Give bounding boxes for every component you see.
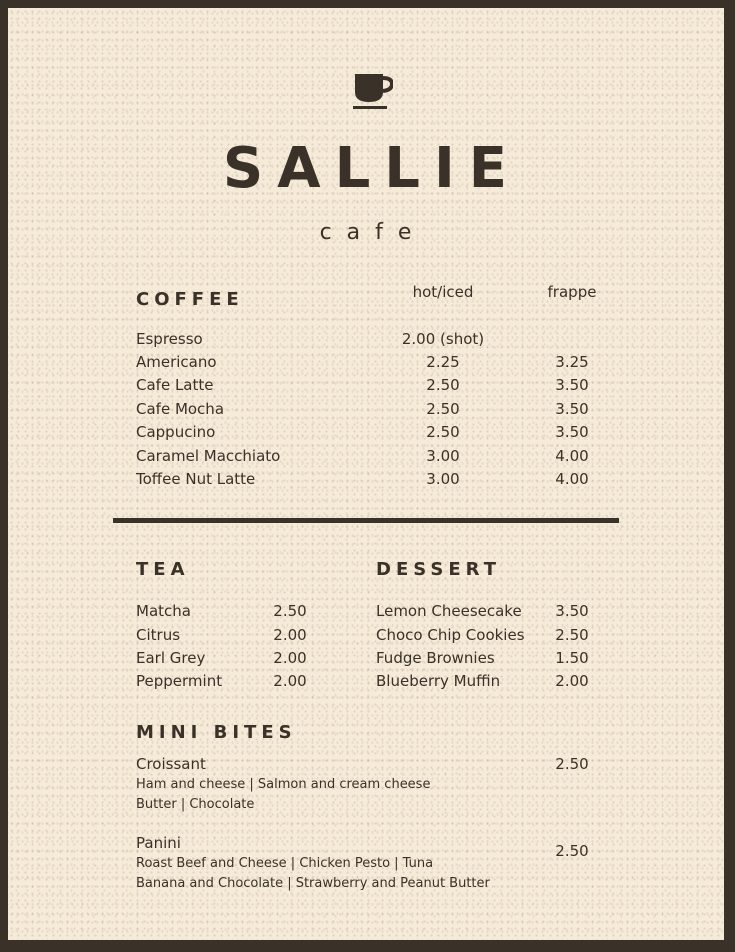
mini-bite-options: Roast Beef and Cheese | Chicken Pesto | … xyxy=(136,856,434,871)
tea-price: 2.50 xyxy=(273,602,307,620)
tea-item-name: Earl Grey xyxy=(136,649,206,667)
cafe-name: SALLIE xyxy=(222,136,522,201)
tea-price: 2.00 xyxy=(273,649,307,667)
dessert-item-name: Fudge Brownies xyxy=(376,649,495,667)
menu-page: SALLIE cafe COFFEE hot/iced frappe Espre… xyxy=(8,8,724,940)
dessert-item-name: Blueberry Muffin xyxy=(376,672,501,690)
dessert-price: 3.50 xyxy=(555,602,589,620)
hot-iced-column-header: hot/iced xyxy=(412,283,474,301)
coffee-frappe-price: 4.00 xyxy=(555,470,589,488)
coffee-hot-price: 3.00 xyxy=(426,470,460,488)
coffee-cup-icon xyxy=(353,74,393,109)
coffee-hot-price: 3.00 xyxy=(426,447,460,465)
coffee-heading: COFFEE xyxy=(136,289,244,310)
dessert-heading: DESSERT xyxy=(376,559,501,580)
coffee-hot-price: 2.50 xyxy=(426,376,460,394)
dessert-price: 1.50 xyxy=(555,649,589,667)
coffee-hot-price: 2.00 (shot) xyxy=(401,330,485,348)
mini-bite-name: Panini xyxy=(136,834,181,852)
mini-bite-name: Croissant xyxy=(136,755,206,773)
mini-bite-options: Ham and cheese | Salmon and cream cheese xyxy=(136,777,431,792)
dessert-price: 2.50 xyxy=(555,626,589,644)
coffee-item-name: Espresso xyxy=(136,330,203,348)
coffee-hot-price: 2.50 xyxy=(426,423,460,441)
tea-heading: TEA xyxy=(136,559,190,580)
coffee-frappe-price: 4.00 xyxy=(555,447,589,465)
mini-bite-options: Butter | Chocolate xyxy=(136,797,255,812)
coffee-item-name: Caramel Macchiato xyxy=(136,447,281,465)
cafe-subtitle: cafe xyxy=(319,220,427,245)
dessert-item-name: Lemon Cheesecake xyxy=(376,602,522,620)
coffee-frappe-price: 3.50 xyxy=(555,376,589,394)
tea-item-name: Citrus xyxy=(136,626,181,644)
coffee-item-name: Cappucino xyxy=(136,423,216,441)
dessert-item-name: Choco Chip Cookies xyxy=(376,626,525,644)
tea-price: 2.00 xyxy=(273,626,307,644)
coffee-item-name: Toffee Nut Latte xyxy=(136,470,256,488)
coffee-item-name: Americano xyxy=(136,353,217,371)
tea-price: 2.00 xyxy=(273,672,307,690)
dessert-price: 2.00 xyxy=(555,672,589,690)
frappe-column-header: frappe xyxy=(547,283,597,301)
coffee-hot-price: 2.25 xyxy=(426,353,460,371)
mini-bite-price: 2.50 xyxy=(555,755,589,773)
tea-item-name: Matcha xyxy=(136,602,191,620)
coffee-item-name: Cafe Mocha xyxy=(136,400,225,418)
coffee-hot-price: 2.50 xyxy=(426,400,460,418)
tea-item-name: Peppermint xyxy=(136,672,223,690)
coffee-frappe-price: 3.50 xyxy=(555,400,589,418)
coffee-frappe-price: 3.50 xyxy=(555,423,589,441)
mini-bite-options: Banana and Chocolate | Strawberry and Pe… xyxy=(136,876,490,891)
mini-bites-heading: MINI BITES xyxy=(136,722,297,743)
section-divider xyxy=(113,518,619,523)
coffee-frappe-price: 3.25 xyxy=(555,353,589,371)
coffee-item-name: Cafe Latte xyxy=(136,376,214,394)
mini-bite-price: 2.50 xyxy=(555,842,589,860)
